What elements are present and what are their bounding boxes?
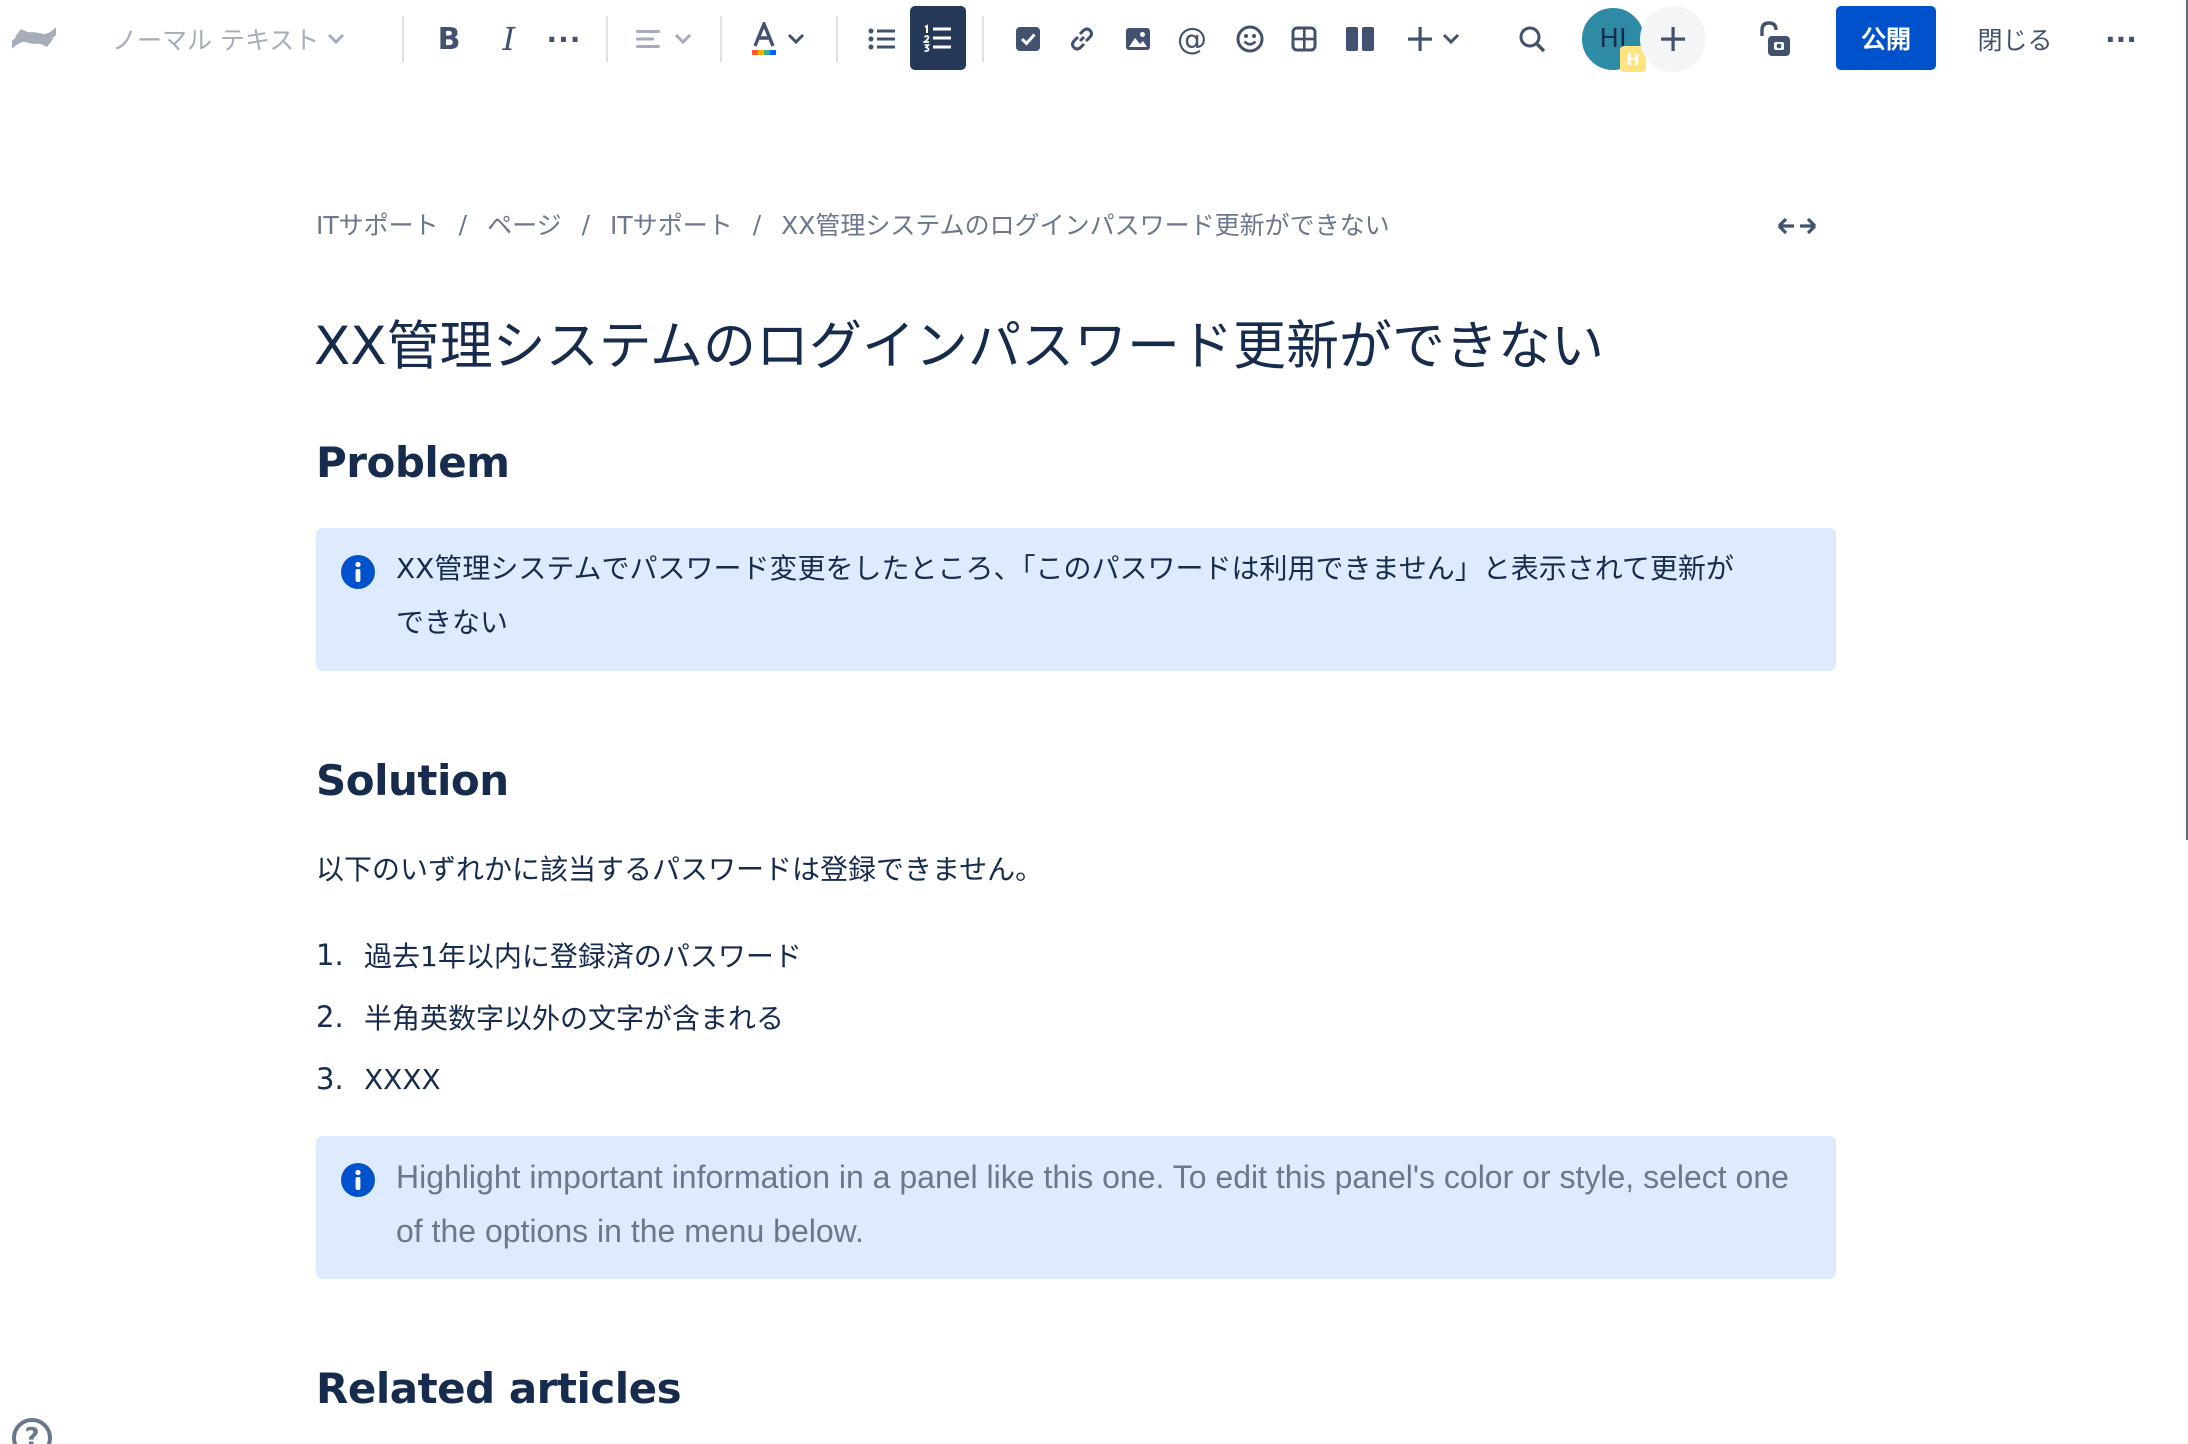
breadcrumb-separator: / [581,209,591,239]
list-item-text: 過去1年以内に登録済のパスワード [364,940,802,973]
close-label: 閉じる [1977,26,2053,55]
info-panel-problem[interactable]: XX管理システムでパスワード変更をしたところ、「このパスワードは利用できません」… [316,528,1836,671]
chevron-down-icon [674,33,692,45]
avatar-badge-label: H [1626,49,1640,69]
help-icon[interactable]: ? [12,1418,52,1444]
chevron-down-icon [787,33,805,45]
text-style-dropdown[interactable]: ノーマル テキスト [112,0,352,78]
toolbar-divider [982,16,984,62]
table-icon [1291,26,1317,52]
close-button[interactable]: 閉じる [1964,0,2066,78]
info-panel-text: XX管理システムでパスワード変更をしたところ、「このパスワードは利用できません」… [396,542,1822,650]
mention-label: @ [1177,21,1207,57]
list-item[interactable]: 3. XXXX [316,1048,802,1110]
invite-button[interactable] [1640,6,1706,72]
plus-icon [1661,27,1685,51]
link-button[interactable] [1062,0,1102,78]
image-icon [1126,28,1150,50]
problem-line-1: XX管理システムでパスワード変更をしたところ、「このパスワードは利用できません」… [396,552,1734,585]
columns-icon [1346,27,1374,51]
text-style-label: ノーマル テキスト [112,26,320,55]
list-item-text: 半角英数字以外の文字が含まれる [364,1002,785,1035]
align-left-icon [636,30,660,48]
breadcrumb: ITサポート / ページ / ITサポート / XX管理システムのログインパスワ… [316,206,1390,242]
image-button[interactable] [1118,0,1158,78]
list-item-number: 2. [316,1000,344,1034]
placeholder-line-2: of the options in the menu below. [396,1213,864,1249]
insert-dropdown[interactable] [1398,0,1468,78]
search-icon [1519,26,1546,53]
solution-heading[interactable]: Solution [316,756,509,805]
link-icon [1071,27,1093,51]
publish-button[interactable]: 公開 [1836,6,1936,70]
bold-label: B [437,21,461,57]
help-label: ? [24,1423,40,1444]
full-width-toggle[interactable] [1772,208,1822,244]
checkbox-icon [1016,27,1040,51]
info-icon [341,1163,375,1197]
editor-toolbar: ノーマル テキスト B I ··· @ HI H 公開 閉じる ··· [0,0,2188,78]
toolbar-divider [720,16,722,62]
list-item[interactable]: 2. 半角英数字以外の文字が含まれる [316,986,802,1048]
mention-button[interactable]: @ [1172,0,1212,78]
breadcrumb-item[interactable]: XX管理システムのログインパスワード更新ができない [781,206,1390,242]
chevron-down-icon [328,33,345,45]
breadcrumb-separator: / [752,209,762,239]
text-color-dropdown[interactable] [742,0,812,78]
alignment-dropdown[interactable] [628,0,698,78]
numbered-list-icon [923,24,951,52]
text-color-icon [752,22,776,55]
toolbar-divider [836,16,838,62]
confluence-logo-icon[interactable] [6,12,62,64]
page-title[interactable]: XX管理システムのログインパスワード更新ができない [314,304,1604,380]
info-panel-text: Highlight important information in a pan… [396,1150,1822,1258]
breadcrumb-item[interactable]: ページ [487,206,562,242]
list-item[interactable]: 1. 過去1年以内に登録済のパスワード [316,924,802,986]
more-label: ··· [2105,22,2137,56]
list-item-number: 1. [316,938,344,972]
solution-intro[interactable]: 以下のいずれかに該当するパスワードは登録できません。 [316,848,1043,888]
problem-heading[interactable]: Problem [316,438,510,487]
toolbar-divider [402,16,404,62]
more-formatting-button[interactable]: ··· [544,0,584,78]
action-item-button[interactable] [1008,0,1048,78]
chevron-down-icon [1442,33,1460,45]
related-articles-heading[interactable]: Related articles [316,1364,682,1413]
emoji-button[interactable] [1228,0,1272,78]
plus-icon [1408,27,1432,51]
breadcrumb-item[interactable]: ITサポート [316,206,439,242]
italic-label: I [502,20,516,58]
problem-line-2: できない [396,606,509,639]
breadcrumb-item[interactable]: ITサポート [610,206,733,242]
info-icon [341,555,375,589]
list-item-text: XXXX [364,1062,441,1096]
restrictions-button[interactable] [1750,0,1800,78]
info-panel-placeholder[interactable]: Highlight important information in a pan… [316,1136,1836,1279]
placeholder-line-1: Highlight important information in a pan… [396,1159,1789,1195]
layouts-button[interactable] [1338,0,1382,78]
find-replace-button[interactable] [1510,0,1554,78]
italic-button[interactable]: I [486,0,532,78]
toolbar-divider [606,16,608,62]
more-actions-button[interactable]: ··· [2096,0,2146,78]
emoji-icon [1236,25,1264,53]
more-formatting-label: ··· [546,22,582,56]
breadcrumb-separator: / [458,209,468,239]
unlock-icon [1760,21,1790,56]
publish-label: 公開 [1860,25,1911,54]
expand-width-icon [1777,217,1817,235]
table-button[interactable] [1284,0,1324,78]
numbered-list-button[interactable] [910,6,966,70]
bullet-list-icon [868,28,895,50]
solution-list: 1. 過去1年以内に登録済のパスワード 2. 半角英数字以外の文字が含まれる 3… [316,924,802,1110]
bold-button[interactable]: B [426,0,472,78]
list-item-number: 3. [316,1062,344,1096]
bullet-list-button[interactable] [862,0,902,78]
